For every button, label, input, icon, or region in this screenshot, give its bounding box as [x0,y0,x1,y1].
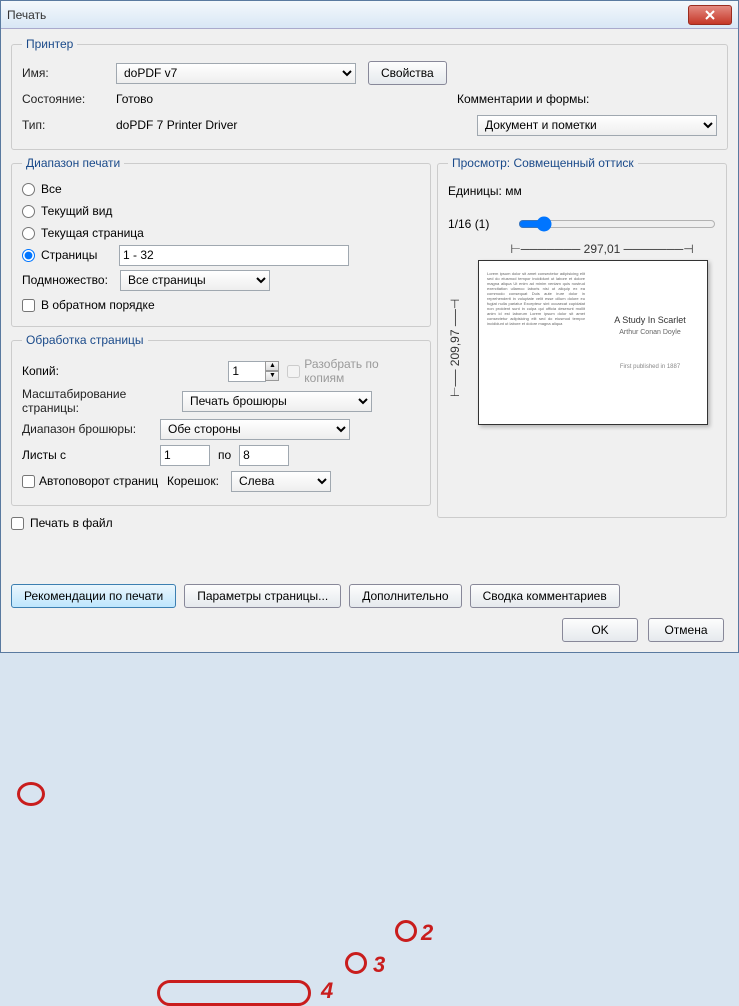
annotation-circle-1 [17,782,45,806]
binding-label: Корешок: [167,474,231,488]
subset-select[interactable]: Все страницы [120,270,270,291]
printer-group: Принтер Имя: doPDF v7 Свойства Состояние… [11,37,728,150]
collate-checkbox [287,365,300,378]
subset-label: Подмножество: [22,273,120,287]
scaling-select[interactable]: Печать брошюры [182,391,372,412]
printer-name-label: Имя: [22,66,116,80]
comments-label: Комментарии и формы: [457,92,717,106]
close-icon [705,10,715,20]
binding-select[interactable]: Слева [231,471,331,492]
spin-up-icon[interactable]: ▲ [265,361,279,371]
comments-summary-button[interactable]: Сводка комментариев [470,584,620,608]
sheets-from-input[interactable] [160,445,210,466]
page-handling-group: Обработка страницы Копий: ▲▼ Разобрать п… [11,333,431,506]
radio-all-label: Все [41,182,62,196]
radio-current-view[interactable] [22,205,35,218]
radio-current-page[interactable] [22,227,35,240]
annotation-circle-2 [395,920,417,942]
print-range-group: Диапазон печати Все Текущий вид Текущая … [11,156,431,327]
printer-legend: Принтер [22,37,77,51]
to-label: по [210,448,239,462]
dim-height: 209,97 [448,329,462,366]
preview-legend: Просмотр: Совмещенный оттиск [448,156,638,170]
ok-cancel-bar: OK Отмена [562,618,724,642]
print-tips-button[interactable]: Рекомендации по печати [11,584,176,608]
print-dialog: Печать Принтер Имя: doPDF v7 Свойства Со… [0,0,739,653]
preview-page: Lorem ipsum dolor sit amet consectetur a… [478,260,708,425]
zoom-label: 1/16 (1) [448,217,518,231]
preview-right-page: A Study In Scarlet Arthur Conan Doyle Fi… [593,261,707,424]
titlebar: Печать [1,1,738,29]
radio-pages[interactable] [22,249,35,262]
copies-spinner[interactable]: ▲▼ [228,361,279,382]
printer-type-value: doPDF 7 Printer Driver [116,118,237,132]
annotation-text-2: 2 [421,920,433,946]
advanced-button[interactable]: Дополнительно [349,584,461,608]
reverse-checkbox[interactable] [22,299,35,312]
copies-input[interactable] [228,361,266,382]
range-legend: Диапазон печати [22,156,124,170]
pages-input[interactable] [119,245,349,266]
preview-frame: ⊢─────── 297,01 ───────⊣ ⊢── 209,97 ──⊣ … [448,242,716,433]
units-label: Единицы: мм [448,184,716,198]
reverse-label: В обратном порядке [41,298,155,312]
printer-state-value: Готово [116,92,153,106]
window-title: Печать [7,8,46,22]
bottom-button-bar: Рекомендации по печати Параметры страниц… [11,584,728,608]
handling-legend: Обработка страницы [22,333,148,347]
printer-type-label: Тип: [22,118,116,132]
cancel-button[interactable]: Отмена [648,618,724,642]
radio-all[interactable] [22,183,35,196]
scaling-label: Масштабирование страницы: [22,387,182,415]
radio-currentpage-label: Текущая страница [41,226,144,240]
booklet-range-select[interactable]: Обе стороны [160,419,350,440]
print-to-file-label: Печать в файл [30,516,113,530]
collate-label: Разобрать по копиям [304,357,420,385]
booklet-range-label: Диапазон брошюры: [22,422,160,436]
annotation-text-3: 3 [373,952,385,978]
auto-rotate-label: Автоповорот страниц [39,474,167,488]
radio-currentview-label: Текущий вид [41,204,112,218]
auto-rotate-checkbox[interactable] [22,475,35,488]
preview-book-author: Arthur Conan Doyle [619,329,680,336]
comments-select[interactable]: Документ и пометки [477,115,717,136]
sheets-from-label: Листы с [22,448,160,462]
annotation-circle-3 [345,952,367,974]
copies-label: Копий: [22,364,228,378]
preview-book-pub: First published in 1887 [620,364,680,370]
preview-left-page: Lorem ipsum dolor sit amet consectetur a… [479,261,593,424]
annotation-oval-4 [157,980,311,1006]
printer-name-select[interactable]: doPDF v7 [116,63,356,84]
preview-book-title: A Study In Scarlet [614,315,686,325]
printer-state-label: Состояние: [22,92,116,106]
page-setup-button[interactable]: Параметры страницы... [184,584,341,608]
annotation-text-4: 4 [321,978,333,1004]
ok-button[interactable]: OK [562,618,638,642]
spin-down-icon[interactable]: ▼ [265,371,279,381]
print-to-file-checkbox[interactable] [11,517,24,530]
radio-pages-label: Страницы [41,248,119,262]
zoom-slider[interactable] [518,216,716,232]
properties-button[interactable]: Свойства [368,61,447,85]
close-button[interactable] [688,5,732,25]
preview-group: Просмотр: Совмещенный оттиск Единицы: мм… [437,156,727,518]
dim-width: 297,01 [584,242,621,256]
sheets-to-input[interactable] [239,445,289,466]
